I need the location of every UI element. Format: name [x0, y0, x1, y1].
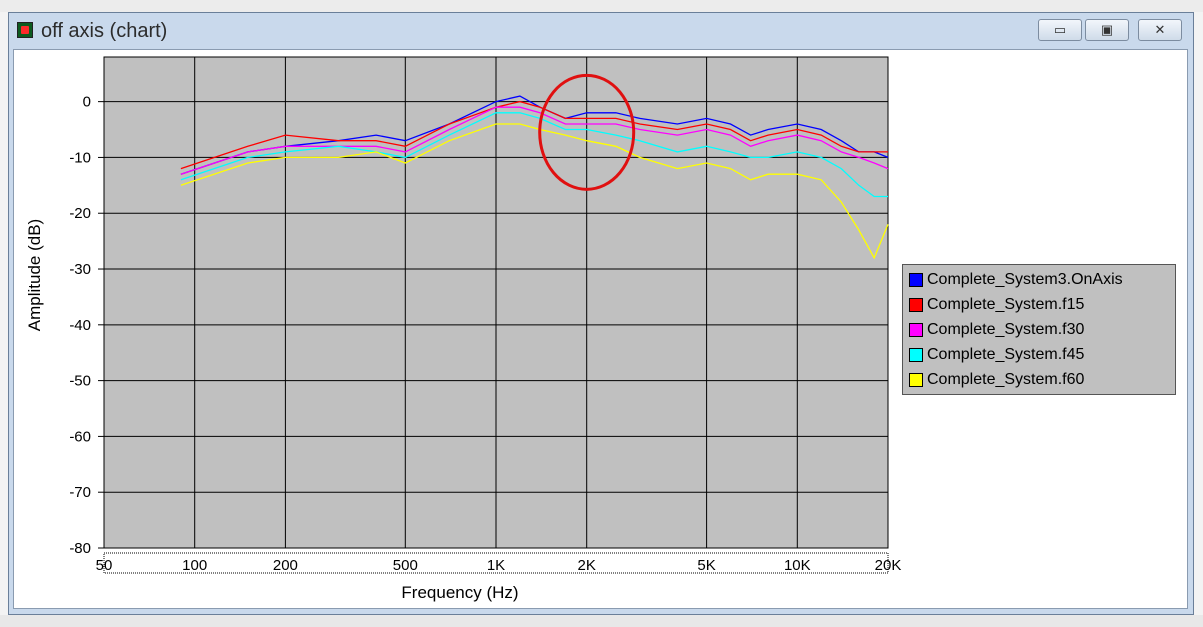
x-tick-label: 200 — [273, 557, 298, 574]
y-tick-label: -40 — [69, 317, 91, 334]
legend-label: Complete_System.f15 — [927, 296, 1085, 313]
y-tick-label: -80 — [69, 540, 91, 557]
legend-item: Complete_System.f15 — [909, 294, 1084, 316]
y-tick-label: -30 — [69, 261, 91, 278]
x-tick-label: 20K — [875, 557, 902, 574]
y-tick-label: -20 — [69, 205, 91, 222]
y-axis-label: Amplitude (dB) — [25, 219, 44, 331]
legend-item: Complete_System.f45 — [909, 344, 1084, 366]
legend-label: Complete_System.f60 — [927, 371, 1085, 388]
y-tick-label: -60 — [69, 428, 91, 445]
y-tick-label: -10 — [69, 149, 91, 166]
legend-swatch — [909, 373, 923, 387]
y-tick-labels: 0 -10 -20 -30 -40 -50 -60 -70 -80 — [69, 94, 104, 557]
legend-swatch — [909, 298, 923, 312]
legend-label: Complete_System.f45 — [927, 346, 1085, 363]
x-tick-label: 50 — [96, 557, 113, 574]
x-tick-label: 1K — [487, 557, 505, 574]
y-tick-label: 0 — [83, 94, 91, 111]
legend-item: Complete_System.f30 — [909, 319, 1084, 341]
legend: Complete_System3.OnAxis Complete_System.f… — [902, 264, 1176, 395]
legend-item: Complete_System3.OnAxis — [909, 269, 1123, 291]
x-tick-labels: 50 100 200 500 1K 2K 5K 10K 20K — [96, 557, 902, 574]
legend-label: Complete_System3.OnAxis — [927, 271, 1123, 288]
y-tick-label: -70 — [69, 484, 91, 501]
x-axis-label: Frequency (Hz) — [401, 583, 518, 602]
legend-swatch — [909, 323, 923, 337]
x-tick-label: 5K — [697, 557, 715, 574]
x-tick-label: 500 — [393, 557, 418, 574]
x-tick-label: 2K — [578, 557, 596, 574]
background-window-strip-bottom — [0, 615, 1203, 627]
legend-item: Complete_System.f60 — [909, 369, 1084, 391]
legend-swatch — [909, 348, 923, 362]
y-tick-label: -50 — [69, 373, 91, 390]
legend-swatch — [909, 273, 923, 287]
x-tick-label: 100 — [182, 557, 207, 574]
legend-label: Complete_System.f30 — [927, 321, 1085, 338]
x-tick-label: 10K — [784, 557, 811, 574]
